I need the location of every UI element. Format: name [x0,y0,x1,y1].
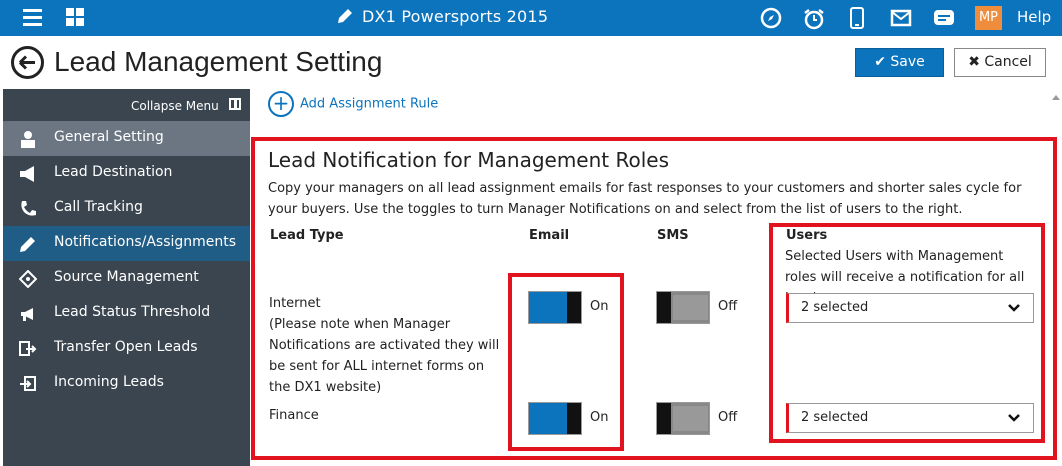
menu-icon[interactable] [23,9,42,26]
column-header-users: Users [786,228,828,243]
email-toggle-internet[interactable] [528,291,582,324]
phone-icon [21,201,36,216]
sidebar-item-label: Source Management [54,269,199,285]
lead-type-internet: Internet [269,296,321,311]
users-select-internet[interactable]: 2 selected [786,293,1034,323]
avatar[interactable]: MP [975,6,1002,30]
sms-toggle-internet[interactable] [656,291,710,324]
sidebar-item-label: Call Tracking [54,199,143,215]
column-header-lead-type: Lead Type [270,228,344,243]
announce-icon [21,308,33,321]
sidebar-item-transfer-open-leads[interactable]: Transfer Open Leads [3,331,250,366]
lead-type-finance: Finance [269,408,319,423]
chat-icon[interactable] [933,7,955,29]
sidebar-item-label: Lead Destination [54,164,173,180]
users-select-finance[interactable]: 2 selected [786,403,1034,433]
top-bar: DX1 Powersports 2015 MP Help [0,0,1062,36]
sidebar-item-label: Transfer Open Leads [54,339,198,355]
mail-icon[interactable] [890,7,912,29]
arrow-left-icon [18,55,35,70]
sidebar-item-lead-destination[interactable]: Lead Destination [3,156,250,191]
cancel-button[interactable]: ✖ Cancel [954,48,1046,77]
collapse-menu-label[interactable]: Collapse Menu [131,99,219,113]
sidebar-item-incoming-leads[interactable]: Incoming Leads [3,366,250,401]
column-header-email: Email [529,228,570,243]
sms-toggle-internet-state: Off [718,299,738,314]
check-icon: ✔ [874,54,886,70]
cancel-label: Cancel [984,54,1032,70]
sidebar-item-label: Notifications/Assignments [54,234,237,250]
add-assignment-rule-link[interactable]: + Add Assignment Rule [268,91,438,117]
app-title-text: DX1 Powersports 2015 [362,7,549,26]
section-title: Lead Notification for Management Roles [268,148,669,172]
page-title: Lead Management Setting [54,46,383,77]
sidebar-item-label: General Setting [54,129,164,145]
apps-grid-icon[interactable] [66,8,84,26]
sidebar-item-notifications[interactable]: Notifications/Assignments [3,226,250,261]
save-button[interactable]: ✔ Save [855,48,944,77]
alarm-clock-icon[interactable] [802,7,826,31]
pencil-icon [20,237,35,252]
scroll-up-arrow-icon[interactable] [1052,95,1060,100]
megaphone-icon [20,166,34,182]
sidebar-item-call-tracking[interactable]: Call Tracking [3,191,250,226]
sms-toggle-finance[interactable] [656,402,710,435]
email-toggle-finance-state: On [590,410,609,425]
add-rule-label: Add Assignment Rule [300,96,439,112]
chevron-down-icon [1008,304,1020,312]
sidebar: Collapse Menu General Setting Lead Desti… [3,89,250,466]
close-icon: ✖ [968,54,980,70]
section-description: Copy your managers on all lead assignmen… [268,181,1022,217]
column-header-sms: SMS [657,228,689,243]
save-label: Save [890,54,925,70]
users-select-value: 2 selected [801,410,869,425]
back-button[interactable] [11,46,44,79]
tag-icon [19,270,37,288]
sidebar-item-lead-status-threshold[interactable]: Lead Status Threshold [3,296,250,331]
app-title: DX1 Powersports 2015 [336,7,548,26]
compass-icon[interactable] [760,7,782,29]
sms-toggle-finance-state: Off [718,410,738,425]
sidebar-item-source-management[interactable]: Source Management [3,261,250,296]
sidebar-item-label: Incoming Leads [54,374,164,390]
help-link[interactable]: Help [1017,8,1051,26]
collapse-icon[interactable] [229,98,241,110]
mobile-icon[interactable] [849,7,865,29]
page-header: Lead Management Setting ✔ Save ✖ Cancel [0,36,1062,89]
email-toggle-finance[interactable] [528,402,582,435]
incoming-icon [20,376,36,391]
transfer-icon [19,341,37,356]
chevron-down-icon [1008,414,1020,422]
users-select-value: 2 selected [801,300,869,315]
sidebar-item-general-setting[interactable]: General Setting [3,121,250,156]
plus-icon: + [268,91,294,117]
user-icon [21,131,35,148]
internet-note: (Please note when Manager Notifications … [269,317,500,395]
sidebar-item-label: Lead Status Threshold [54,304,211,320]
pencil-icon [338,9,352,23]
email-toggle-internet-state: On [590,299,609,314]
